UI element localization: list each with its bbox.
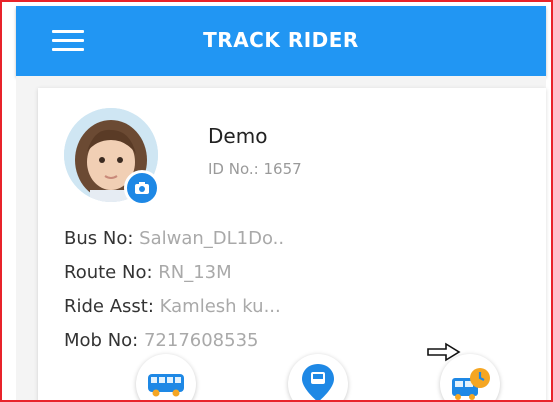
detail-value: 7217608535 bbox=[143, 330, 259, 351]
detail-value: Kamlesh ku... bbox=[159, 296, 281, 317]
detail-row-bus: Bus No: Salwan_DL1Do.. bbox=[64, 222, 284, 256]
detail-label: Route No: bbox=[64, 262, 153, 283]
rider-card: Demo ID No.: 1657 Bus No: Salwan_DL1Do..… bbox=[38, 88, 546, 400]
detail-label: Ride Asst: bbox=[64, 296, 154, 317]
rider-id-value: 1657 bbox=[263, 160, 302, 178]
detail-row-mobile: Mob No: 7217608535 bbox=[64, 324, 284, 358]
bus-stop-pin-icon bbox=[302, 364, 334, 400]
detail-row-ride-asst: Ride Asst: Kamlesh ku... bbox=[64, 290, 284, 324]
app-bar: TRACK RIDER bbox=[16, 6, 546, 76]
detail-label: Mob No: bbox=[64, 330, 139, 351]
rider-details: Bus No: Salwan_DL1Do.. Route No: RN_13M … bbox=[64, 222, 284, 358]
detail-value: RN_13M bbox=[158, 262, 232, 283]
screenshot-frame: TRACK RIDER Demo ID No.: 1657 Bus No: Sa… bbox=[0, 0, 553, 402]
rider-id-label: ID No.: bbox=[208, 160, 259, 178]
change-photo-button[interactable] bbox=[124, 170, 160, 206]
bus-details-button[interactable] bbox=[136, 354, 196, 400]
detail-row-route: Route No: RN_13M bbox=[64, 256, 284, 290]
detail-label: Bus No: bbox=[64, 228, 134, 249]
rider-id: ID No.: 1657 bbox=[208, 160, 302, 178]
pointer-arrow-icon bbox=[427, 342, 461, 362]
camera-icon bbox=[135, 182, 149, 194]
bus-stop-button[interactable] bbox=[288, 354, 348, 400]
rider-name: Demo bbox=[208, 124, 268, 148]
page-title: TRACK RIDER bbox=[203, 28, 359, 52]
content-area: Demo ID No.: 1657 Bus No: Salwan_DL1Do..… bbox=[16, 76, 546, 400]
bus-icon bbox=[148, 374, 184, 397]
detail-value: Salwan_DL1Do.. bbox=[139, 228, 285, 249]
